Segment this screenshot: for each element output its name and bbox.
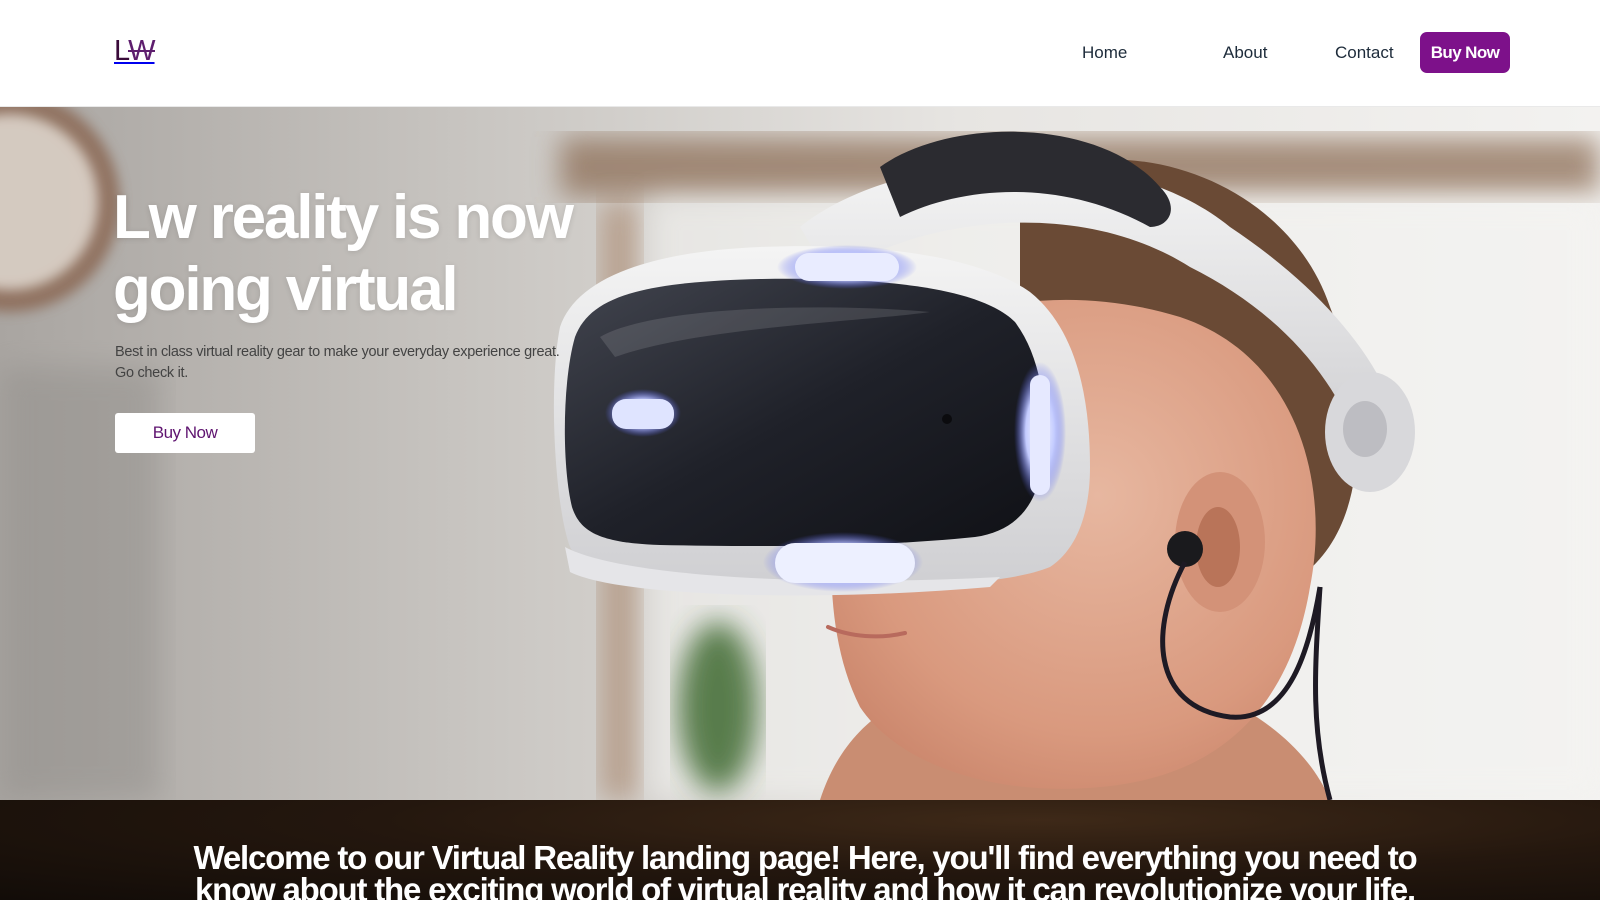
hero-buy-now-button[interactable]: Buy Now bbox=[115, 413, 255, 453]
nav-home-link[interactable]: Home bbox=[1082, 32, 1127, 73]
site-header: L W Home About Contact Buy Now bbox=[0, 0, 1600, 107]
welcome-text: Welcome to our Virtual Reality landing p… bbox=[193, 839, 1417, 900]
logo-letter-l: L bbox=[114, 35, 130, 67]
welcome-banner: Welcome to our Virtual Reality landing p… bbox=[0, 800, 1600, 900]
hero-section: Lw reality is now going virtual Best in … bbox=[0, 107, 1600, 800]
logo[interactable]: L W bbox=[114, 34, 156, 67]
nav-contact-link[interactable]: Contact bbox=[1335, 32, 1394, 73]
logo-letter-w: W bbox=[128, 35, 156, 67]
hero-subtitle: Best in class virtual reality gear to ma… bbox=[115, 344, 560, 381]
header-buy-now-button[interactable]: Buy Now bbox=[1420, 32, 1510, 73]
hero-title: Lw reality is now going virtual bbox=[113, 183, 574, 324]
nav-about-link[interactable]: About bbox=[1223, 32, 1267, 73]
